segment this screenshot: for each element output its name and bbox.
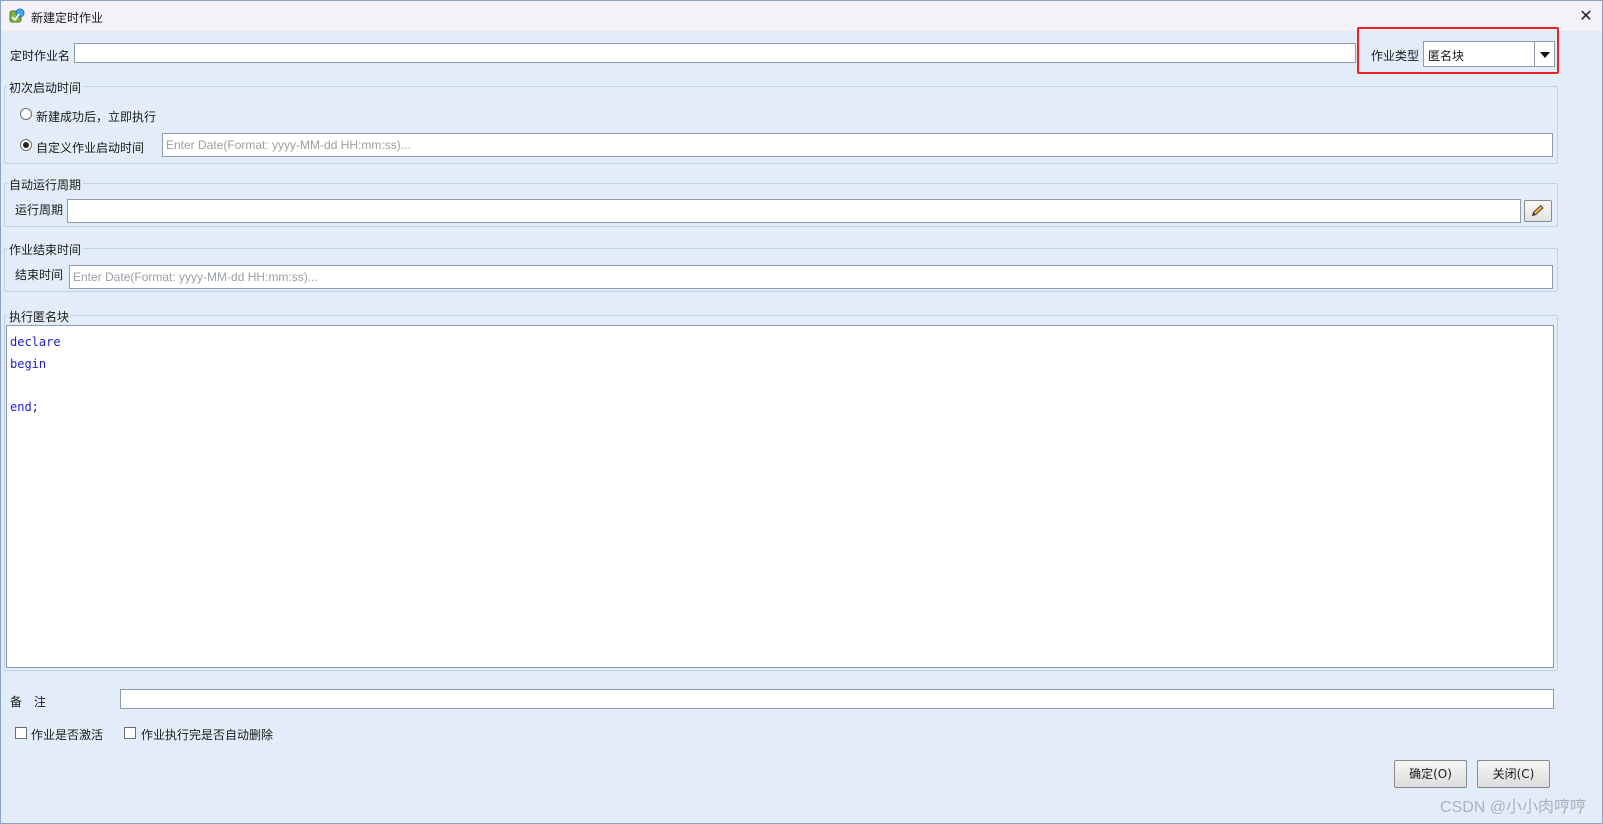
code-line: declare [10, 335, 61, 349]
radio-custom-start-label[interactable]: 自定义作业启动时间 [36, 139, 144, 156]
end-date-input[interactable] [69, 265, 1553, 289]
edit-period-button[interactable] [1524, 200, 1552, 222]
close-icon: ✕ [1579, 6, 1593, 25]
run-period-label: 运行周期 [15, 203, 64, 217]
watermark: CSDN @小小肉哼哼 [1439, 799, 1586, 816]
close-window-button[interactable]: ✕ [1576, 6, 1596, 26]
job-name-input[interactable] [74, 43, 1356, 63]
run-period-input[interactable] [67, 199, 1521, 223]
end-time-label: 结束时间 [15, 268, 64, 282]
job-end-group-title: 作业结束时间 [7, 241, 84, 258]
anon-block-group-title: 执行匿名块 [7, 308, 72, 325]
new-scheduled-job-dialog: 新建定时作业 ✕ 定时作业名 作业类型 匿名块 初次启动时间 新建成功后，立即执… [0, 0, 1603, 824]
auto-delete-checkbox-label[interactable]: 作业执行完是否自动删除 [141, 726, 273, 743]
job-name-label: 定时作业名 [10, 49, 71, 63]
code-editor[interactable]: declare begin end; [6, 325, 1554, 668]
pencil-icon [1531, 204, 1544, 217]
window-title: 新建定时作业 [31, 11, 104, 25]
start-date-input[interactable] [162, 133, 1553, 157]
code-line: begin [10, 356, 47, 371]
chevron-down-icon[interactable] [1534, 42, 1554, 66]
ok-button[interactable]: 确定(O) [1394, 760, 1467, 788]
radio-immediate[interactable] [20, 108, 32, 120]
auto-delete-checkbox[interactable] [124, 727, 136, 739]
auto-run-group-title: 自动运行周期 [7, 176, 84, 193]
remark-label: 备 注 [10, 695, 47, 709]
activate-checkbox[interactable] [15, 727, 27, 739]
job-type-selected-value: 匿名块 [1428, 49, 1465, 63]
first-start-group-title: 初次启动时间 [7, 79, 84, 96]
app-icon [9, 8, 25, 23]
job-type-select[interactable]: 匿名块 [1423, 41, 1555, 67]
code-line: end; [10, 399, 39, 414]
job-type-label: 作业类型 [1371, 49, 1420, 63]
close-button[interactable]: 关闭(C) [1477, 760, 1550, 788]
activate-checkbox-label[interactable]: 作业是否激活 [31, 726, 103, 743]
remark-input[interactable] [120, 689, 1554, 709]
radio-custom-start[interactable] [20, 139, 32, 151]
radio-immediate-label[interactable]: 新建成功后，立即执行 [36, 108, 156, 125]
